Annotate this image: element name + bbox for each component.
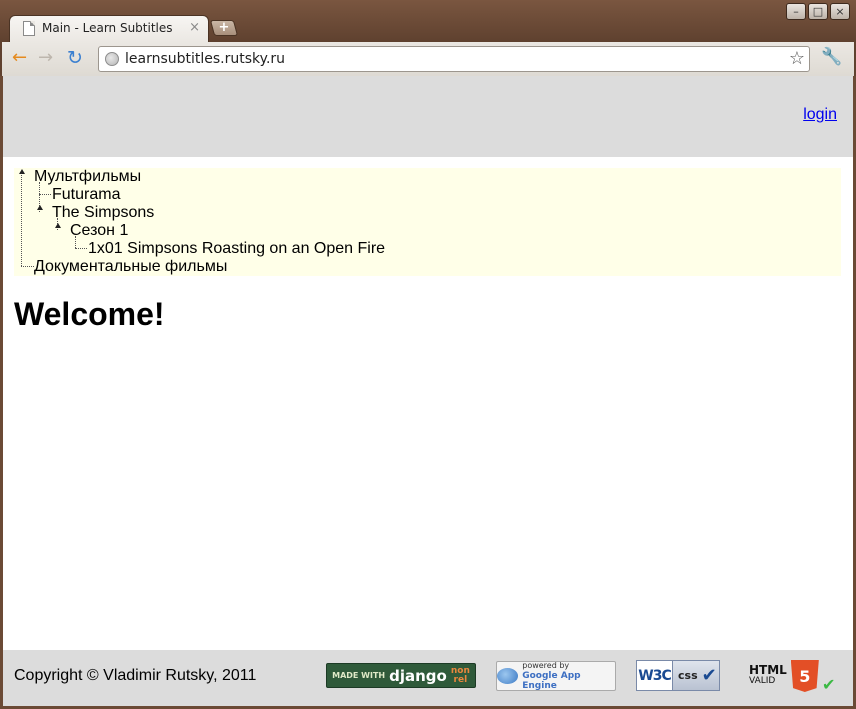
expand-toggle-icon[interactable] <box>55 223 61 228</box>
checkmark-icon: ✔ <box>822 675 836 694</box>
django-nonrel-badge[interactable]: MADE WITH django non rel <box>326 663 476 688</box>
tree-connector <box>75 248 87 249</box>
checkmark-icon: ✔ <box>701 665 717 686</box>
tab-title: Main - Learn Subtitles <box>42 21 173 35</box>
browser-toolbar: ← → ↻ learnsubtitles.rutsky.ru ☆ 🔧 <box>0 42 856 76</box>
back-arrow-icon[interactable]: ← <box>12 49 27 67</box>
wrench-icon[interactable]: 🔧 <box>821 47 842 67</box>
html5-text: HTML VALID <box>749 663 787 686</box>
tree-connector <box>21 266 34 267</box>
tree-node-cartoons[interactable]: Мультфильмы <box>34 168 141 186</box>
page-header: login <box>3 76 853 157</box>
forward-arrow-icon[interactable]: → <box>38 49 53 67</box>
plus-icon: + <box>218 20 230 35</box>
app-engine-icon <box>497 668 519 684</box>
copyright-text: Copyright © Vladimir Rutsky, 2011 <box>14 667 257 684</box>
app-engine-badge[interactable]: powered by Google App Engine <box>496 661 616 691</box>
category-tree: Мультфильмы Futurama The Simpsons Сезон … <box>14 168 841 276</box>
window-controls: – □ × <box>786 3 850 20</box>
tree-node-episode[interactable]: 1x01 Simpsons Roasting on an Open Fire <box>88 240 385 258</box>
django-nonrel: non rel <box>450 665 470 685</box>
page-viewport: login Мультфильмы Futurama The Simpsons … <box>3 76 853 706</box>
bookmark-star-icon[interactable]: ☆ <box>789 48 805 69</box>
tree-node-simpsons[interactable]: The Simpsons <box>52 204 154 222</box>
html5-shield-icon: 5 <box>790 660 819 692</box>
close-window-button[interactable]: × <box>830 3 850 20</box>
django-name: django <box>389 666 447 685</box>
browser-tab[interactable]: Main - Learn Subtitles × <box>9 15 209 42</box>
css-valid-label: css ✔ <box>673 661 719 690</box>
reload-icon[interactable]: ↻ <box>67 49 83 68</box>
app-engine-text: powered by Google App Engine <box>522 661 581 691</box>
welcome-heading: Welcome! <box>14 296 165 332</box>
w3c-css-badge[interactable]: W3C css ✔ <box>636 660 720 691</box>
tree-connector <box>21 173 22 266</box>
url-text[interactable]: learnsubtitles.rutsky.ru <box>125 51 285 67</box>
tree-node-season-1[interactable]: Сезон 1 <box>70 222 128 240</box>
page-footer: Copyright © Vladimir Rutsky, 2011 MADE W… <box>3 650 853 706</box>
tree-node-documentaries[interactable]: Документальные фильмы <box>34 258 227 276</box>
maximize-button[interactable]: □ <box>808 3 828 20</box>
tree-connector <box>39 194 51 195</box>
minimize-button[interactable]: – <box>786 3 806 20</box>
address-bar[interactable]: learnsubtitles.rutsky.ru ☆ <box>98 46 810 72</box>
login-link[interactable]: login <box>803 106 837 124</box>
tab-close-icon[interactable]: × <box>189 20 200 35</box>
tree-node-futurama[interactable]: Futurama <box>52 186 120 204</box>
page-icon <box>23 21 35 36</box>
expand-toggle-icon[interactable] <box>37 205 43 210</box>
django-made-with: MADE WITH <box>332 671 386 680</box>
new-tab-button[interactable]: + <box>209 20 239 36</box>
html5-valid-badge[interactable]: HTML VALID 5 ✔ <box>749 659 836 694</box>
globe-icon <box>105 52 119 66</box>
w3c-logo: W3C <box>637 661 673 690</box>
window-titlebar: Main - Learn Subtitles × + – □ × <box>0 0 856 42</box>
expand-toggle-icon[interactable] <box>19 169 25 174</box>
